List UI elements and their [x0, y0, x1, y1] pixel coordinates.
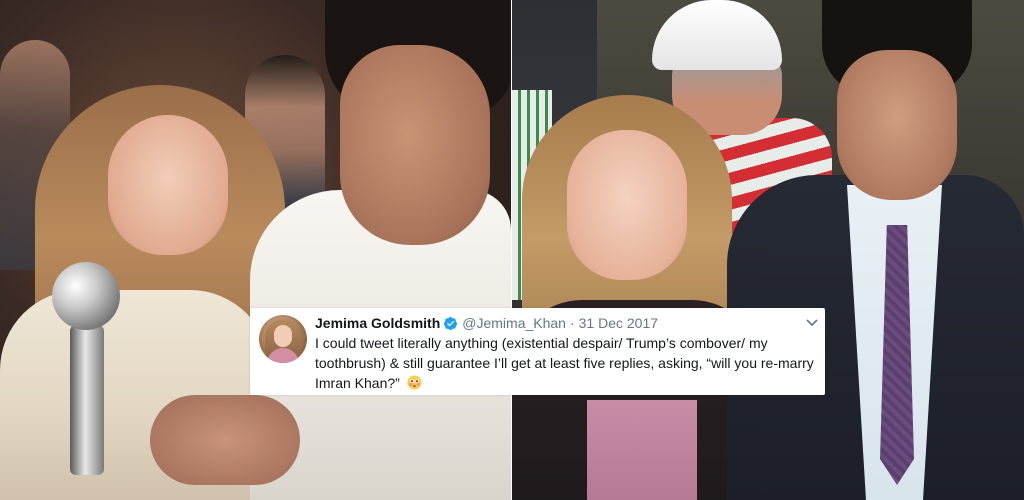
- handle[interactable]: @Jemima_Khan: [462, 313, 566, 333]
- tweet-date[interactable]: 31 Dec 2017: [579, 313, 658, 333]
- avatar[interactable]: [259, 315, 307, 363]
- trophy-stem: [70, 325, 104, 475]
- left-photo: [0, 0, 511, 500]
- tweet-card[interactable]: Jemima Goldsmith @Jemima_Khan · 31 Dec 2…: [250, 308, 825, 395]
- woman-pink-blouse: [587, 400, 697, 500]
- man-face: [837, 50, 957, 200]
- verified-badge-icon: [444, 316, 458, 330]
- man-face: [340, 45, 490, 245]
- woman-face: [108, 115, 228, 255]
- trophy-ball: [52, 262, 120, 330]
- flushed-face-emoji-icon: [407, 375, 422, 390]
- right-photo: [512, 0, 1024, 500]
- chevron-down-icon[interactable]: [805, 318, 819, 328]
- tweet-body: I could tweet literally anything (existe…: [315, 333, 815, 393]
- display-name[interactable]: Jemima Goldsmith: [315, 313, 440, 333]
- woman-face: [567, 130, 687, 280]
- composite-image: Jemima Goldsmith @Jemima_Khan · 31 Dec 2…: [0, 0, 1024, 500]
- white-cap: [652, 0, 782, 70]
- hand: [150, 395, 300, 485]
- separator-dot: ·: [569, 315, 575, 331]
- tweet-header: Jemima Goldsmith @Jemima_Khan · 31 Dec 2…: [315, 313, 658, 333]
- avatar-face: [274, 325, 292, 347]
- tweet-text: I could tweet literally anything (existe…: [315, 335, 814, 391]
